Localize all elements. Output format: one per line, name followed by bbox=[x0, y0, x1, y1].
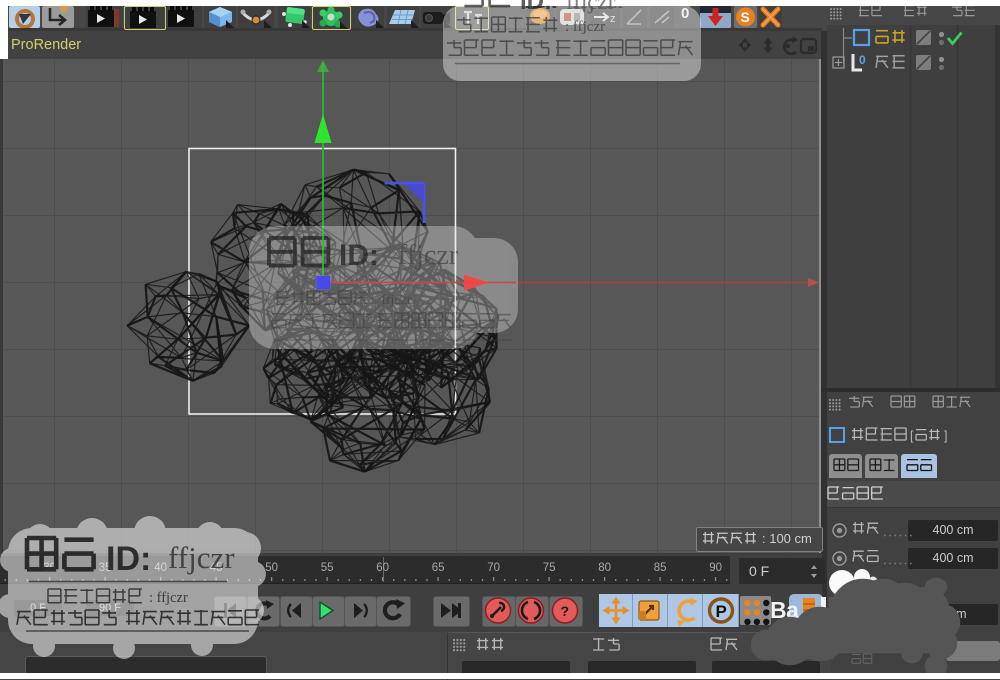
svg-text:ffjczr: ffjczr bbox=[566, 0, 616, 12]
svg-text:ID:: ID: bbox=[106, 540, 151, 578]
svg-text:ID:: ID: bbox=[520, 0, 552, 12]
svg-text:ffjczr: ffjczr bbox=[168, 540, 235, 575]
svg-text:: ffjczr: : ffjczr bbox=[149, 590, 188, 606]
